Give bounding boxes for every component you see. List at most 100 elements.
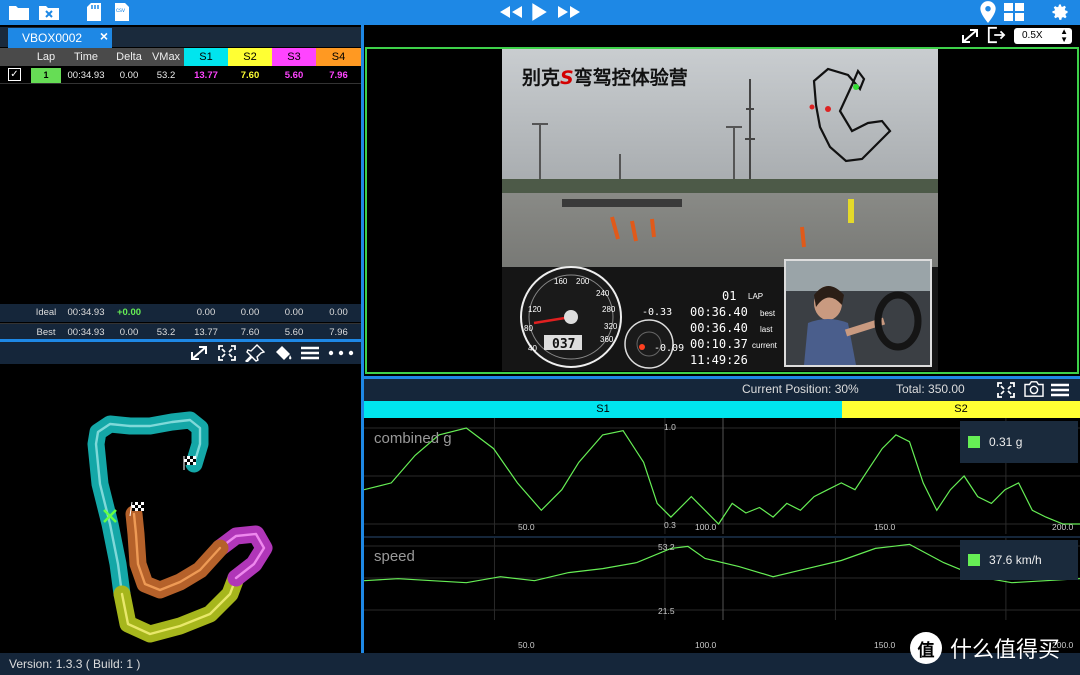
folder-icon[interactable] [8, 2, 30, 22]
g-lateral: -0.33 [642, 307, 673, 318]
speedo-digits: 037 [552, 337, 576, 352]
combined-g-value: 0.31 g [989, 435, 1023, 449]
graph-menu-icon[interactable] [1050, 381, 1070, 399]
speedo-tick-80: 80 [524, 324, 533, 333]
playback-speed-value: 0.5X [1022, 30, 1043, 41]
camera-icon[interactable] [1022, 380, 1046, 398]
more-icon[interactable] [327, 344, 355, 362]
overlay-title-b: 弯驾控体验营 [573, 67, 688, 89]
lap-delta: 0.00 [119, 70, 139, 81]
col-delta[interactable]: Delta [110, 48, 148, 66]
g-xtick-50: 50.0 [518, 522, 535, 532]
expand-video-icon[interactable] [960, 27, 980, 45]
col-s2[interactable]: S2 [228, 48, 272, 66]
col-s4[interactable]: S4 [316, 48, 361, 66]
lap-s1: 13.77 [194, 70, 218, 81]
speed-xtick-100: 100.0 [695, 640, 717, 650]
lap-s3: 5.60 [284, 70, 304, 81]
sd-card-icon[interactable] [84, 2, 104, 22]
close-file-icon[interactable] [38, 2, 60, 22]
lap-number: 1 [31, 68, 61, 83]
col-s1[interactable]: S1 [184, 48, 228, 66]
speedo-tick-120: 120 [528, 305, 542, 314]
g-xtick-100: 100.0 [695, 522, 717, 532]
col-vmax[interactable]: VMax [148, 48, 184, 66]
playback-speed-select[interactable]: 0.5X ▲ ▼ [1014, 28, 1072, 44]
chart-title-combined-g: combined g [374, 430, 452, 447]
speed-ytick-min: 21.5 [658, 606, 675, 616]
speedo-tick-200: 200 [576, 277, 590, 286]
version-text: Version: 1.3.3 ( Build: 1 ) [9, 657, 141, 671]
ideal-label: Ideal [35, 307, 57, 318]
ideal-row: Ideal 00:34.93 +0.00 0.00 0.00 0.00 0.00 [0, 304, 361, 322]
ideal-s2: 0.00 [240, 307, 260, 318]
speed-xtick-50: 50.0 [518, 640, 535, 650]
g-longitudinal: -0.09 [654, 343, 685, 354]
col-s3[interactable]: S3 [272, 48, 316, 66]
ideal-s4: 0.00 [329, 307, 348, 318]
file-tab[interactable]: VBOX0002 × [8, 28, 112, 48]
speedo-tick-low: 40 [528, 344, 537, 353]
speedo-tick-280: 280 [602, 305, 616, 314]
close-tab-icon[interactable]: × [100, 28, 108, 44]
overlay-title-a: 别克 [522, 67, 561, 89]
ideal-s1: 0.00 [196, 307, 216, 318]
current-position: Current Position: 30% [742, 382, 859, 396]
combined-g-chart[interactable]: combined g 1.0 0.3 50.0 100.0 150.0 200.… [363, 418, 1080, 536]
track-map[interactable] [0, 364, 361, 653]
overlay-best-label: best [760, 309, 776, 318]
rewind-icon[interactable] [498, 2, 524, 22]
speed-readout: 37.6 km/h [960, 540, 1078, 580]
sector-s2[interactable]: S2 [842, 401, 1080, 418]
overlay-speedometer [520, 266, 622, 368]
lap-s2: 7.60 [240, 70, 260, 81]
location-pin-icon[interactable] [978, 0, 998, 24]
position-bar: Current Position: 30% Total: 350.00 [364, 379, 1080, 401]
layout-grid-icon[interactable] [1003, 2, 1025, 22]
speedo-tick-240: 240 [596, 289, 610, 298]
track-sector-s3 [211, 525, 273, 587]
col-lap[interactable]: Lap [30, 48, 62, 66]
speed-value: 37.6 km/h [989, 553, 1042, 567]
watermark-text: 什么值得买 [950, 638, 1061, 663]
fast-forward-icon[interactable] [556, 2, 582, 22]
col-time[interactable]: Time [64, 48, 108, 66]
video-overlay-title: 别克S弯驾控体验营 [522, 63, 688, 90]
lap-vmax: 53.2 [156, 70, 176, 81]
overlay-track-map [809, 67, 892, 163]
fit-screen-icon[interactable] [217, 344, 237, 362]
file-tab-label: VBOX0002 [22, 31, 83, 45]
csv-label: csv [116, 8, 125, 14]
export-icon[interactable] [986, 26, 1006, 44]
lap-time: 00:34.93 [67, 70, 105, 81]
menu-icon[interactable] [300, 344, 320, 362]
lap-table-header: Lap Time Delta VMax S1 S2 S3 S4 [0, 48, 361, 66]
overlay-last-time: 00:36.40 [690, 321, 748, 335]
fit-graph-icon[interactable] [996, 381, 1016, 399]
total-distance: Total: 350.00 [896, 382, 965, 396]
combined-g-readout: 0.31 g [960, 421, 1078, 463]
watermark-logo: 值 [910, 632, 942, 664]
paint-bucket-icon[interactable] [273, 344, 293, 362]
overlay-last-label: last [760, 325, 773, 334]
sector-s1[interactable]: S1 [364, 401, 842, 418]
pin-icon[interactable] [245, 344, 266, 363]
overlay-clock: 11:49:26 [690, 353, 748, 367]
video-toolbar [364, 25, 1080, 47]
sector-bar: S1 S2 [364, 401, 1080, 418]
expand-icon[interactable] [189, 344, 209, 362]
csv-file-icon[interactable]: csv [112, 2, 132, 22]
g-ytick-min: 0.3 [664, 520, 676, 530]
gear-icon[interactable] [1049, 2, 1071, 22]
speedo-tick-360: 360 [600, 335, 614, 344]
g-xtick-150: 150.0 [874, 522, 896, 532]
watermark: 值 什么值得买 [910, 632, 1060, 664]
speedo-tick-160: 160 [554, 277, 568, 286]
speed-ytick-max: 53.2 [658, 542, 675, 552]
play-icon[interactable] [530, 2, 548, 22]
track-sector-s4 [125, 505, 229, 599]
g-xtick-200: 200.0 [1052, 522, 1074, 532]
speedo-tick-320: 320 [604, 322, 618, 331]
lap-visible-checkbox[interactable]: ✓ [8, 68, 21, 81]
select-arrows-icon: ▲ ▼ [1060, 27, 1068, 44]
